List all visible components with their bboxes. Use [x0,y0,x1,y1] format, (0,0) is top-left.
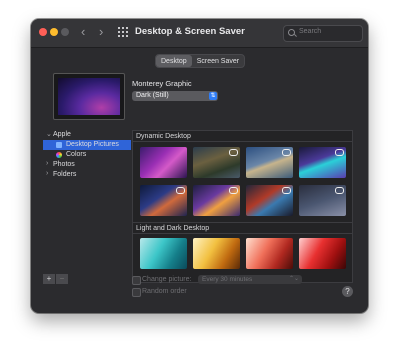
random-order-checkbox[interactable] [132,288,141,297]
title-bar: ‹ › Desktop & Screen Saver Search [31,19,368,48]
download-cloud-icon [282,187,291,194]
sidebar-item-desktop-pictures[interactable]: Desktop Pictures [43,140,131,150]
sidebar-item-label: Desktop Pictures [66,141,119,148]
download-cloud-icon [229,149,238,156]
change-picture-checkbox[interactable] [132,276,141,285]
popup-arrows-icon: ⇅ [209,92,217,100]
appearance-popup[interactable]: Dark (Still) ⇅ [132,91,218,101]
wallpaper-thumbnail[interactable] [299,147,346,178]
wallpaper-preview-image [58,78,120,115]
wallpaper-thumbnail[interactable] [140,238,187,269]
folder-icon [56,142,62,148]
help-button[interactable]: ? [342,286,353,297]
wallpaper-thumbnail[interactable] [246,185,293,216]
current-wallpaper-preview [53,73,125,120]
color-wheel-icon [56,152,62,158]
sidebar-item-label: Photos [53,161,75,168]
stepper-arrows-icon: ⌃⌄ [288,276,299,282]
add-folder-button[interactable]: + [43,274,55,284]
section-title: Dynamic Desktop [136,133,191,140]
remove-folder-button[interactable]: − [56,274,68,284]
download-cloud-icon [229,187,238,194]
zoom-button[interactable] [61,28,69,36]
sidebar-item-label: Apple [53,131,71,138]
wallpaper-thumbnail[interactable] [246,238,293,269]
window-title: Desktop & Screen Saver [135,26,245,37]
wallpaper-thumbnail[interactable] [140,147,187,178]
section-header-light-dark: Light and Dark Desktop [133,222,352,234]
add-remove-controls: + − [43,274,69,284]
wallpaper-thumbnail[interactable] [299,238,346,269]
system-preferences-window: ‹ › Desktop & Screen Saver Search Deskto… [31,19,368,313]
search-placeholder: Search [299,28,322,35]
random-order-label: Random order [142,288,187,295]
wallpaper-thumbnail[interactable] [140,185,187,216]
source-list: ⌄ Apple Desktop Pictures Colors › Photos… [43,130,131,280]
sidebar-item-label: Colors [66,151,87,158]
download-cloud-icon [282,149,291,156]
download-cloud-icon [335,187,344,194]
tab-desktop[interactable]: Desktop [156,55,192,67]
disclosure-closed-icon[interactable]: › [46,160,48,167]
wallpaper-thumbnail[interactable] [193,238,240,269]
wallpaper-gallery: Dynamic Desktop Light and Dark Desktop [132,130,353,283]
search-icon [288,29,295,36]
wallpaper-thumbnail[interactable] [193,185,240,216]
section-header-dynamic: Dynamic Desktop [133,131,352,142]
wallpaper-thumbnail[interactable] [299,185,346,216]
sidebar-item-label: Folders [53,171,77,178]
show-all-grid-icon[interactable] [118,27,128,37]
search-field[interactable]: Search [283,25,363,42]
wallpaper-name: Monterey Graphic [132,79,192,88]
wallpaper-thumbnail[interactable] [246,147,293,178]
section-title: Light and Dark Desktop [136,225,210,232]
appearance-value: Dark (Still) [136,92,169,99]
disclosure-closed-icon[interactable]: › [46,170,48,177]
interval-value: Every 30 minutes [202,276,253,283]
sidebar-item-folders[interactable]: › Folders [43,170,131,180]
sidebar-item-photos[interactable]: › Photos [43,160,131,170]
interval-popup[interactable]: Every 30 minutes ⌃⌄ [198,275,302,284]
forward-icon[interactable]: › [99,25,103,39]
disclosure-open-icon[interactable]: ⌄ [46,130,52,138]
change-picture-label: Change picture: [142,276,192,283]
sidebar-item-colors[interactable]: Colors [43,150,131,160]
wallpaper-thumbnail[interactable] [193,147,240,178]
download-cloud-icon [335,149,344,156]
download-cloud-icon [176,187,185,194]
tab-segmented-control: Desktop Screen Saver [155,54,246,68]
close-button[interactable] [39,28,47,36]
sidebar-item-apple[interactable]: ⌄ Apple [43,130,131,140]
minimize-button[interactable] [50,28,58,36]
tab-screen-saver[interactable]: Screen Saver [192,55,244,67]
back-icon[interactable]: ‹ [81,25,85,39]
